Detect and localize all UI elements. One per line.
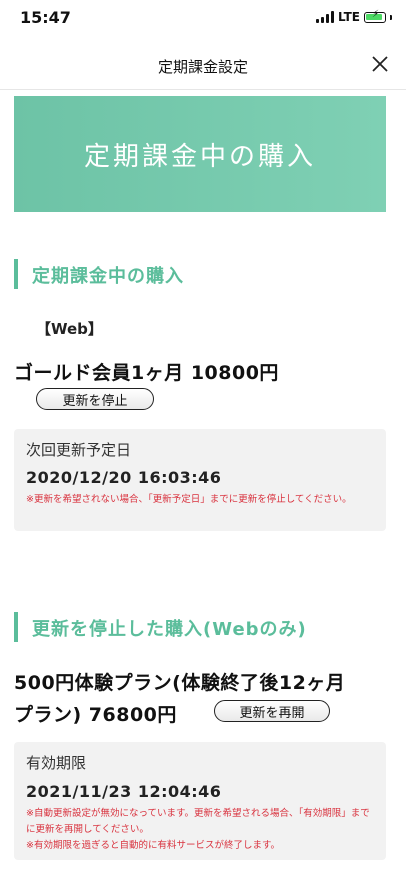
section-heading-text: 定期課金中の購入 [32, 266, 184, 287]
signal-icon [315, 11, 334, 23]
expiry-label: 有効期限 [26, 754, 87, 772]
status-bar: 15:47 LTE ⚡ [0, 0, 406, 34]
product-name-line1: 500円体験プラン(体験終了後12ヶ月 [14, 672, 346, 694]
hero-title: 定期課金中の購入 [83, 142, 316, 172]
network-label: LTE [337, 10, 360, 24]
product-name-line2: プラン) 76800円 [14, 704, 177, 726]
next-renewal-label: 次回更新予定日 [26, 441, 132, 459]
stop-renewal-button[interactable]: 更新を停止 [36, 388, 154, 410]
nav-bar: 定期課金設定 [0, 34, 406, 90]
close-icon [372, 56, 388, 72]
hero-banner: 定期課金中の購入 [14, 96, 386, 212]
platform-label: 【Web】 [36, 320, 103, 338]
next-renewal-box: 次回更新予定日 2020/12/20 16:03:46 ※更新を希望されない場合… [14, 429, 386, 531]
expiry-date: 2021/11/23 12:04:46 [26, 782, 222, 801]
page-title: 定期課金設定 [157, 58, 248, 76]
battery-icon: ⚡ [364, 9, 386, 23]
next-renewal-date: 2020/12/20 16:03:46 [26, 468, 222, 487]
expiry-note-2: ※有効期限を過ぎると自動的に有料サービスが終了します。 [26, 840, 281, 851]
status-indicators: LTE ⚡ [315, 9, 392, 24]
section-accent-bar [14, 259, 18, 289]
section-heading-text: 更新を停止した購入(Webのみ) [32, 619, 307, 640]
status-time: 15:47 [20, 8, 71, 27]
close-button[interactable] [370, 54, 390, 74]
resume-renewal-button[interactable]: 更新を再開 [214, 700, 330, 722]
product-name: ゴールド会員1ヶ月 10800円 [14, 362, 279, 384]
expiry-note-1: ※自動更新設定が無効になっています。更新を希望される場合、「有効期限」までに更新… [26, 808, 370, 835]
section-accent-bar [14, 612, 18, 642]
section-heading-stopped: 更新を停止した購入(Webのみ) [14, 610, 394, 642]
section-heading-active: 定期課金中の購入 [14, 257, 394, 289]
renewal-note: ※更新を希望されない場合、「更新予定日」までに更新を停止してください。 [26, 494, 352, 505]
battery-tip [390, 14, 392, 20]
expiry-box: 有効期限 2021/11/23 12:04:46 ※自動更新設定が無効になってい… [14, 742, 386, 860]
